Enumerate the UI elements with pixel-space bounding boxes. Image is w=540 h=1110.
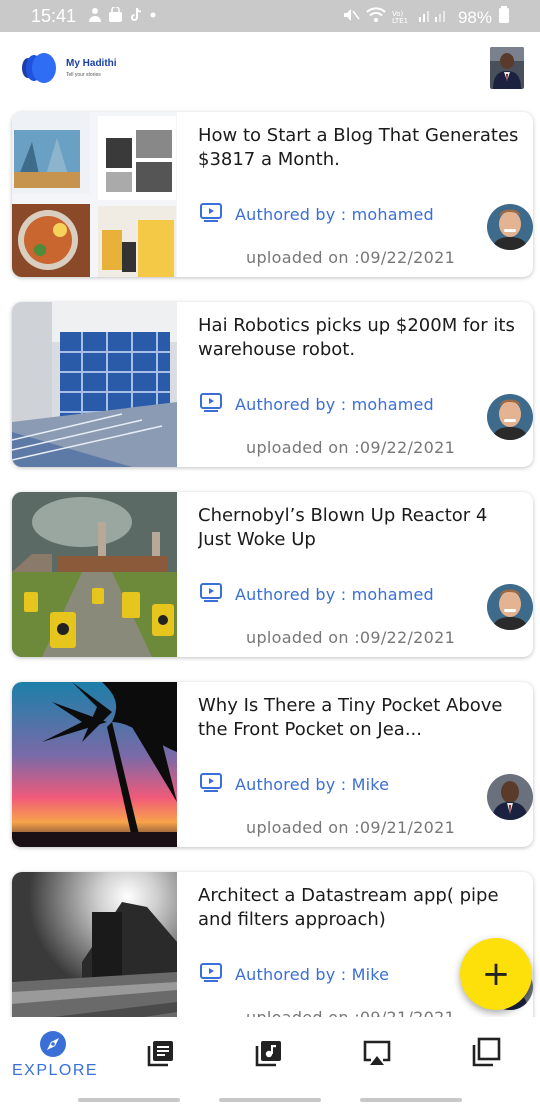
post-card[interactable]: How to Start a Blog That Generates $3817…: [12, 112, 533, 277]
author-row[interactable]: Authored by : mohamed: [200, 392, 434, 416]
tiktok-icon: [129, 7, 143, 27]
author-avatar[interactable]: [487, 394, 533, 440]
author-label: Authored by : Mike: [235, 774, 390, 794]
upload-date: uploaded on :09/21/2021: [246, 818, 456, 837]
play-video-icon: [200, 582, 222, 606]
play-video-icon: [200, 962, 222, 986]
nav-explore-label: EXPLORE: [12, 1062, 99, 1079]
compass-icon: [38, 1031, 68, 1063]
play-video-icon: [200, 772, 222, 796]
mute-icon: [342, 7, 360, 28]
shopping-bag-icon: [108, 5, 123, 27]
author-label: Authored by : mohamed: [235, 204, 434, 224]
post-title[interactable]: Why Is There a Tiny Pocket Above the Fro…: [198, 694, 523, 742]
post-thumbnail: [12, 112, 177, 277]
add-post-button[interactable]: +: [460, 938, 532, 1010]
cast-icon: [362, 1040, 392, 1071]
nav-cast[interactable]: [362, 1039, 392, 1071]
post-card[interactable]: Chernobyl’s Blown Up Reactor 4 Just Woke…: [12, 492, 533, 657]
wifi-icon: [366, 7, 386, 28]
brand-title: My Hadithi: [66, 58, 117, 69]
upload-date: uploaded on :09/22/2021: [246, 438, 456, 457]
post-card[interactable]: Architect a Datastream app( pipe and fil…: [12, 872, 533, 1037]
nav-explore[interactable]: [38, 1029, 68, 1063]
author-avatar[interactable]: [487, 584, 533, 630]
post-thumbnail: [12, 682, 177, 847]
status-time: 15:41: [31, 6, 77, 26]
copy-icon: [471, 1037, 501, 1071]
play-video-icon: [200, 202, 222, 226]
author-label: Authored by : mohamed: [235, 584, 434, 604]
post-thumbnail: [12, 492, 177, 657]
author-row[interactable]: Authored by : mohamed: [200, 202, 434, 226]
brand-subtitle: Tell your stories: [66, 72, 101, 78]
notification-icons: [88, 5, 157, 27]
author-label: Authored by : Mike: [235, 964, 390, 984]
play-video-icon: [200, 392, 222, 416]
upload-date: uploaded on :09/22/2021: [246, 248, 456, 267]
wave-logo-icon[interactable]: [20, 52, 64, 84]
gesture-bar-right: [360, 1098, 462, 1102]
upload-date: uploaded on :09/22/2021: [246, 628, 456, 647]
author-avatar[interactable]: [487, 204, 533, 250]
post-card[interactable]: Why Is There a Tiny Pocket Above the Fro…: [12, 682, 533, 847]
profile-avatar[interactable]: [490, 47, 524, 89]
dot-icon: [149, 7, 157, 27]
network-label: Vo) LTE1: [391, 9, 409, 25]
app-header: My Hadithi Tell your stories: [0, 32, 540, 104]
author-row[interactable]: Authored by : Mike: [200, 962, 389, 986]
gesture-bar-left: [78, 1098, 180, 1102]
post-title[interactable]: Hai Robotics picks up $200M for its ware…: [198, 314, 523, 362]
person-icon: [88, 7, 102, 27]
battery-percent: 98%: [457, 7, 492, 27]
signal-icon: [418, 7, 452, 28]
author-row[interactable]: Authored by : Mike: [200, 772, 389, 796]
post-title[interactable]: Chernobyl’s Blown Up Reactor 4 Just Woke…: [198, 504, 523, 552]
status-bar: 15:41 Vo) LTE1 98%: [0, 0, 540, 32]
author-label: Authored by : mohamed: [235, 394, 434, 414]
author-avatar[interactable]: [487, 774, 533, 820]
gesture-bar-home[interactable]: [219, 1098, 321, 1102]
music-library-icon: [255, 1041, 283, 1071]
nav-music[interactable]: [255, 1039, 283, 1071]
post-title[interactable]: How to Start a Blog That Generates $3817…: [198, 124, 523, 172]
library-books-icon: [147, 1041, 175, 1071]
battery-icon: [498, 6, 510, 29]
post-card[interactable]: Hai Robotics picks up $200M for its ware…: [12, 302, 533, 467]
post-thumbnail: [12, 872, 177, 1037]
post-title[interactable]: Architect a Datastream app( pipe and fil…: [198, 884, 523, 932]
post-feed: How to Start a Blog That Generates $3817…: [12, 112, 533, 1062]
author-row[interactable]: Authored by : mohamed: [200, 582, 434, 606]
nav-library[interactable]: [147, 1039, 175, 1071]
post-thumbnail: [12, 302, 177, 467]
nav-copy[interactable]: [471, 1037, 501, 1071]
bottom-navigation: EXPLORE: [0, 1017, 540, 1091]
